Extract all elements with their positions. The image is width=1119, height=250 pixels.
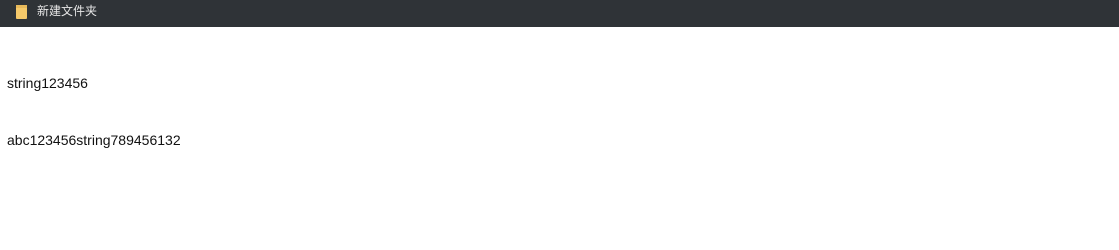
text-editor-area[interactable]: string123456 abc123456string789456132: [0, 27, 1119, 250]
text-lines: string123456 abc123456string789456132: [7, 36, 181, 188]
text-line-1: string123456: [7, 75, 88, 91]
text-line-2: abc123456string789456132: [7, 132, 181, 148]
window-titlebar: 新建文件夹: [0, 0, 1119, 27]
folder-icon: [16, 4, 27, 19]
window-title: 新建文件夹: [37, 4, 98, 18]
